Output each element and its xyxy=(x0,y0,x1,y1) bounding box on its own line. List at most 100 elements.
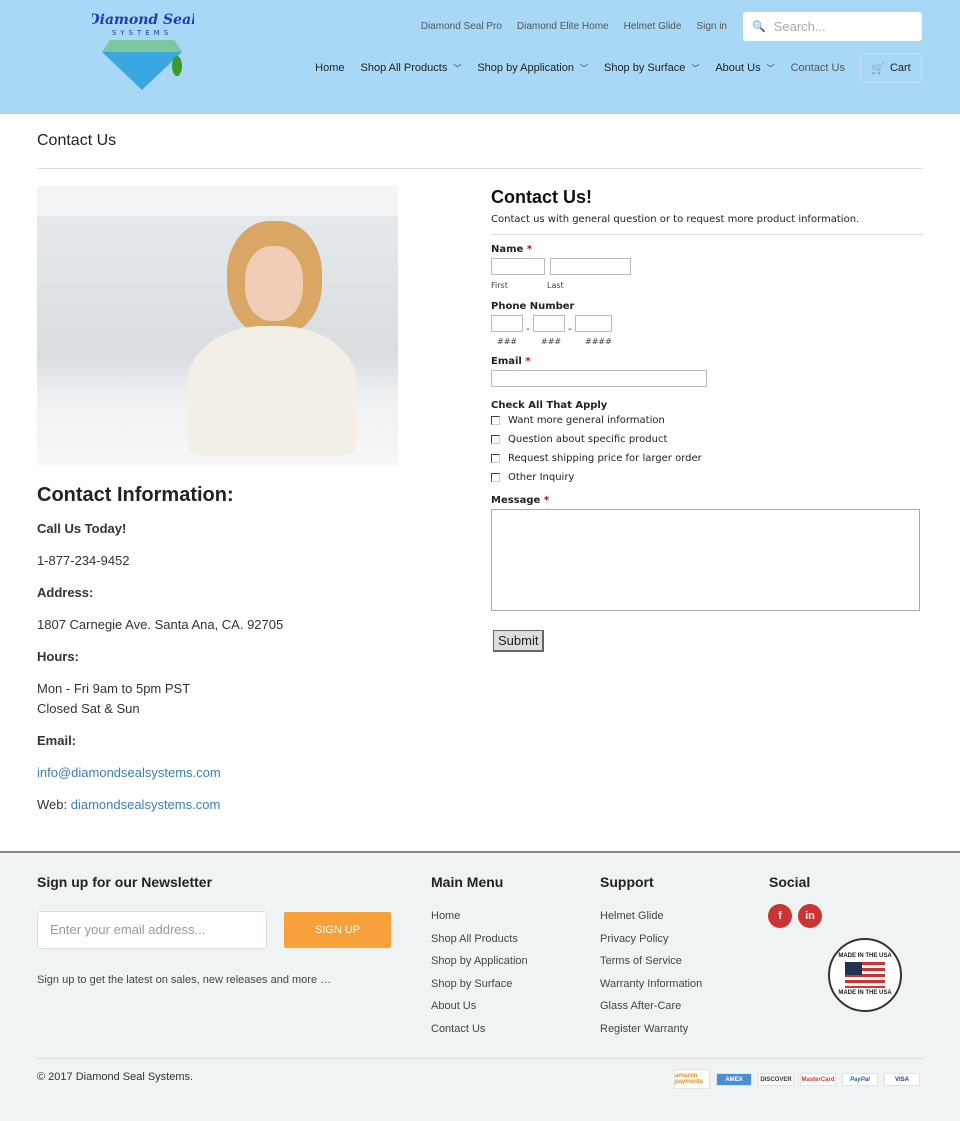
page-title: Contact Us xyxy=(37,132,117,149)
nav-label: Shop by Surface xyxy=(603,62,686,74)
signup-button[interactable]: SIGN UP xyxy=(284,912,391,948)
form-subtitle: Contact us with general question or to r… xyxy=(491,214,923,235)
chevron-down-icon: ﹀ xyxy=(766,64,775,73)
checkbox-label: Question about specific product xyxy=(508,434,668,445)
web-link[interactable]: diamondsealsystems.com xyxy=(71,797,221,812)
phone-prefix-input[interactable] xyxy=(532,315,565,332)
checkbox-general-info[interactable]: Want more general information xyxy=(491,414,923,427)
check-label: Check All That Apply xyxy=(491,400,608,411)
message-textarea[interactable] xyxy=(491,509,920,611)
search-icon: 🔍 xyxy=(752,21,766,33)
phone-hint: ### xyxy=(497,337,518,346)
phone: 1-877-234-9452 xyxy=(37,553,130,568)
footer-link-contact-us[interactable]: Contact Us xyxy=(431,1018,528,1041)
sign-in-link[interactable]: Sign in xyxy=(696,21,727,32)
contact-form: Contact Us! Contact us with general ques… xyxy=(491,187,923,652)
newsletter-email-input[interactable]: Enter your email address... xyxy=(37,911,267,949)
nav-shop-all[interactable]: Shop All Products ﹀ xyxy=(361,62,462,74)
last-name-input[interactable] xyxy=(550,258,632,275)
submit-button[interactable]: Submit xyxy=(493,630,545,652)
newsletter-note: Sign up to get the latest on sales, new … xyxy=(37,974,332,986)
checkbox[interactable] xyxy=(491,473,500,482)
checkbox[interactable] xyxy=(491,416,500,425)
main-menu-title: Main Menu xyxy=(431,874,504,890)
footer-link-register-warranty[interactable]: Register Warranty xyxy=(600,1018,702,1041)
amex-icon: AMEX xyxy=(716,1073,752,1086)
phone-label: Phone Number xyxy=(491,301,575,312)
footer-link-home[interactable]: Home xyxy=(431,905,528,928)
footer-link-terms[interactable]: Terms of Service xyxy=(600,950,702,973)
main-menu-list: Home Shop All Products Shop by Applicati… xyxy=(431,905,528,1040)
footer-link-helmet-glide[interactable]: Helmet Glide xyxy=(600,905,702,928)
us-flag-icon xyxy=(845,962,885,988)
made-in-usa-badge: MADE IN THE USA MADE IN THE USA xyxy=(828,938,902,1012)
contact-information: Contact Information: Call Us Today! 1-87… xyxy=(37,484,283,827)
nav-home[interactable]: Home xyxy=(315,62,344,74)
phone-line-input[interactable] xyxy=(574,315,612,332)
checkbox-shipping-price[interactable]: Request shipping price for larger order xyxy=(491,452,923,465)
message-label: Message xyxy=(491,495,541,506)
nav-about-us[interactable]: About Us ﹀ xyxy=(715,62,774,74)
nav-contact-us[interactable]: Contact Us xyxy=(791,62,845,74)
email-label: Email: xyxy=(37,733,77,748)
address: 1807 Carnegie Ave. Santa Ana, CA. 92705 xyxy=(37,617,284,632)
footer-link-privacy-policy[interactable]: Privacy Policy xyxy=(600,928,702,951)
nav-label: Shop by Application xyxy=(477,62,574,74)
search-input[interactable]: 🔍 Search... xyxy=(743,12,922,41)
nav-shop-by-surface[interactable]: Shop by Surface ﹀ xyxy=(604,62,699,74)
cart-button[interactable]: 🛒 Cart xyxy=(860,53,922,83)
social-title: Social xyxy=(769,874,811,890)
last-hint: Last xyxy=(547,281,564,290)
checkbox-other-inquiry[interactable]: Other Inquiry xyxy=(491,471,923,484)
email-input[interactable] xyxy=(491,370,707,387)
checkbox-specific-product[interactable]: Question about specific product xyxy=(491,433,923,446)
checkbox-label: Request shipping price for larger order xyxy=(508,453,702,464)
nav-shop-by-application[interactable]: Shop by Application ﹀ xyxy=(477,62,588,74)
paypal-icon: PayPal xyxy=(842,1073,878,1086)
toplink-helmet-glide[interactable]: Helmet Glide xyxy=(624,21,682,32)
svg-text:SYSTEMS: SYSTEMS xyxy=(112,29,172,37)
nav-label: Home xyxy=(315,62,345,74)
phone-hint: ### xyxy=(541,337,562,346)
toplink-diamond-seal-pro[interactable]: Diamond Seal Pro xyxy=(421,21,502,32)
footer-link-warranty-info[interactable]: Warranty Information xyxy=(600,973,702,996)
email-field-label: Email xyxy=(491,356,522,367)
hours-weekday: Mon - Fri 9am to 5pm PST xyxy=(37,681,191,696)
phone-hint: #### xyxy=(585,337,612,346)
nav-label: About Us xyxy=(715,62,761,74)
footer-link-shop-by-surface[interactable]: Shop by Surface xyxy=(431,973,528,996)
name-label: Name xyxy=(491,244,524,255)
required-mark: * xyxy=(525,356,531,367)
cart-icon: 🛒 xyxy=(871,62,885,75)
phone-area-input[interactable] xyxy=(491,315,523,332)
toplink-diamond-elite-home[interactable]: Diamond Elite Home xyxy=(517,21,609,32)
address-label: Address: xyxy=(37,585,94,600)
required-mark: * xyxy=(526,244,533,255)
facebook-icon[interactable]: f xyxy=(768,904,792,928)
checkbox[interactable] xyxy=(491,454,500,463)
first-name-input[interactable] xyxy=(491,258,545,275)
footer-link-glass-aftercare[interactable]: Glass After-Care xyxy=(600,995,702,1018)
chevron-down-icon: ﹀ xyxy=(453,64,462,73)
hours-label: Hours: xyxy=(37,649,79,664)
checkbox[interactable] xyxy=(491,435,500,444)
footer-link-shop-by-application[interactable]: Shop by Application xyxy=(431,950,528,973)
footer-link-about-us[interactable]: About Us xyxy=(431,995,528,1018)
payment-icons: amazon payments AMEX DISCOVER MasterCard… xyxy=(674,1069,920,1089)
nav-label: Contact Us xyxy=(790,62,845,74)
email-link[interactable]: info@diamondsealsystems.com xyxy=(37,765,221,780)
newsletter-title: Sign up for our Newsletter xyxy=(37,874,213,890)
divider xyxy=(37,1058,923,1059)
linkedin-icon[interactable]: in xyxy=(798,904,822,928)
copyright: © 2017 Diamond Seal Systems. xyxy=(37,1071,194,1083)
checkbox-label: Want more general information xyxy=(508,415,665,426)
contact-photo xyxy=(37,186,398,466)
main-nav: Home Shop All Products ﹀ Shop by Applicat… xyxy=(315,62,845,74)
logo[interactable]: Diamond Seal SYSTEMS xyxy=(92,10,194,94)
search-placeholder: Search... xyxy=(773,19,826,34)
chevron-down-icon: ﹀ xyxy=(579,64,588,73)
footer-link-shop-all[interactable]: Shop All Products xyxy=(431,928,528,951)
support-list: Helmet Glide Privacy Policy Terms of Ser… xyxy=(600,905,702,1040)
support-title: Support xyxy=(600,874,654,890)
svg-text:Diamond Seal: Diamond Seal xyxy=(92,12,194,28)
